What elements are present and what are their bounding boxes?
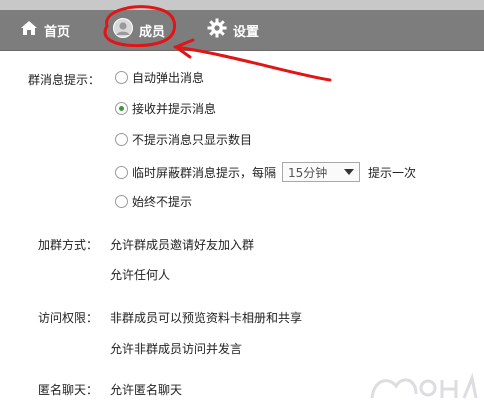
option-label: 不提示消息只显示数目 [132,133,253,147]
group-msg-label: 群消息提示： [28,73,101,87]
join-option-anyone[interactable]: 允许任何人 [110,266,170,283]
radio-button[interactable] [115,195,128,208]
interval-value: 15分钟 [288,165,328,180]
anon-chat-option[interactable]: 允许匿名聊天 [110,381,182,398]
option-temp-block[interactable]: 临时屏蔽群消息提示，每隔 15分钟 提示一次 [115,162,416,182]
option-auto-popup[interactable]: 自动弹出消息 [115,69,204,86]
option-label: 接收并提示消息 [132,102,217,116]
option-never-notify[interactable]: 始终不提示 [115,193,192,210]
tab-settings[interactable]: 设置 [207,17,259,43]
option-label: 始终不提示 [132,195,193,209]
radio-button[interactable] [115,71,128,84]
access-label: 访问权限： [38,311,99,325]
join-option-invite[interactable]: 允许群成员邀请好友加入群 [110,236,254,253]
top-nav-bar: 首页 成员 设置 [0,0,484,51]
tab-members-label: 成员 [139,24,166,40]
tab-home-label: 首页 [44,24,71,40]
tab-members[interactable]: 成员 [113,17,165,43]
gear-icon [207,18,227,42]
member-avatar-icon [113,18,133,42]
top-strip [0,0,484,10]
option-count-only[interactable]: 不提示消息只显示数目 [115,131,252,148]
interval-suffix: 提示一次 [368,165,417,180]
radio-button-selected[interactable] [115,102,128,115]
home-icon [20,20,38,40]
interval-select[interactable]: 15分钟 [282,162,361,182]
watermark-logo [370,372,478,399]
chevron-down-icon [344,169,355,175]
radio-button[interactable] [115,165,128,179]
access-option-speak[interactable]: 允许非群成员访问并发言 [110,340,242,357]
tab-settings-label: 设置 [233,24,260,40]
option-label: 临时屏蔽群消息提示，每隔 [132,165,277,180]
tab-home[interactable]: 首页 [20,17,70,43]
anon-chat-label: 匿名聊天： [38,383,99,397]
option-label: 自动弹出消息 [132,71,205,85]
join-method-label: 加群方式： [38,238,99,252]
option-receive-notify[interactable]: 接收并提示消息 [115,100,216,117]
access-option-preview[interactable]: 非群成员可以预览资料卡相册和共享 [110,309,302,326]
radio-button[interactable] [115,133,128,146]
